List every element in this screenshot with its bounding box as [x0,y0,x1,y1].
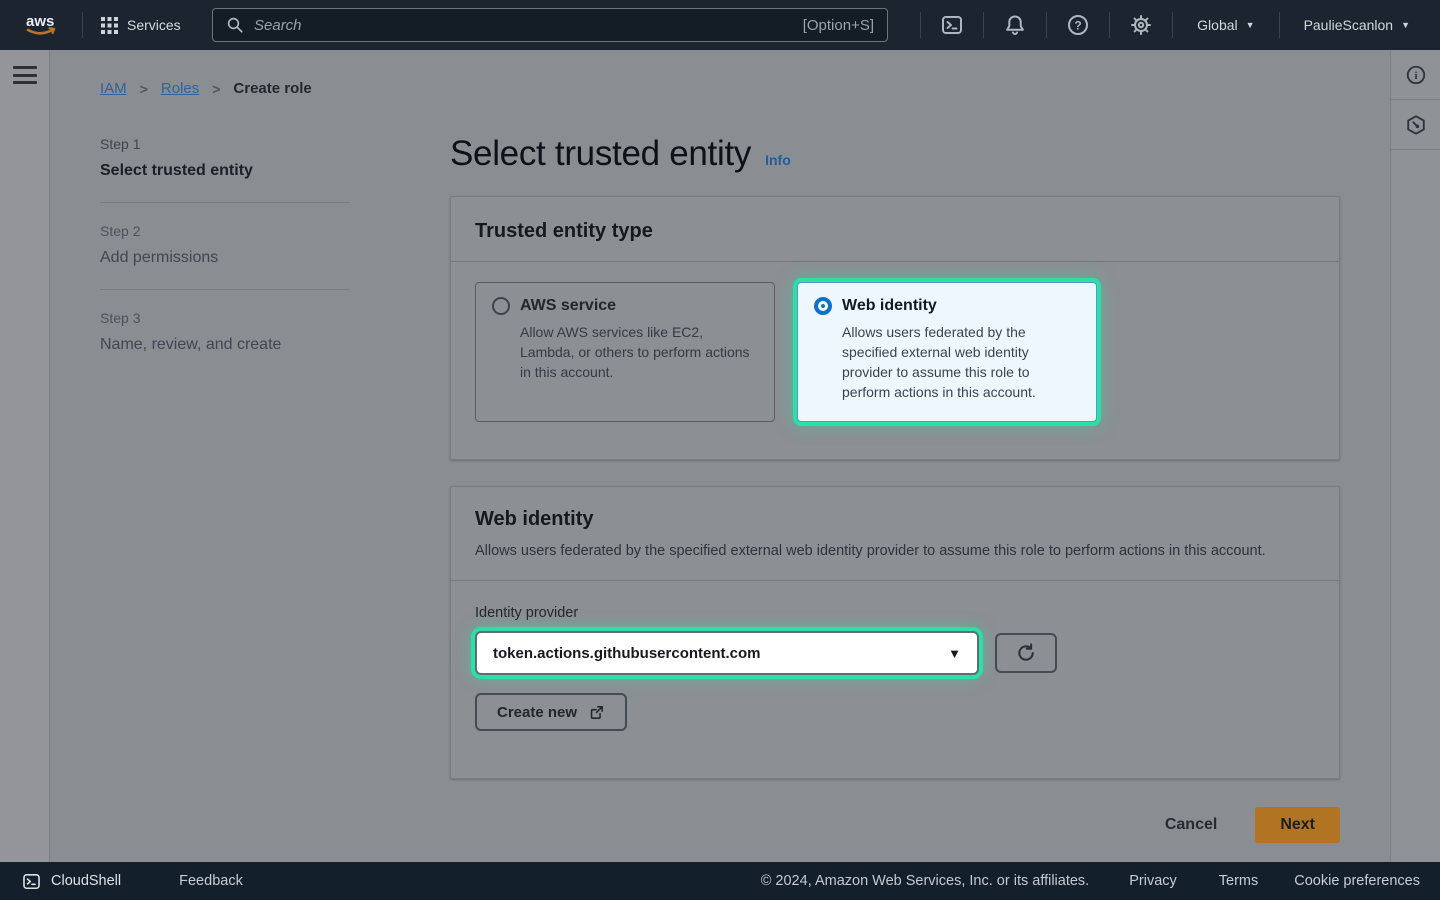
privacy-link[interactable]: Privacy [1129,873,1177,889]
option-title: AWS service [520,297,616,315]
step-number: Step 2 [100,223,350,239]
svg-text:i: i [1414,70,1417,82]
footer-cloudshell-button[interactable]: CloudShell [22,872,121,891]
section-description: Allows users federated by the specified … [475,541,1275,562]
step-number: Step 1 [100,136,350,152]
chevron-down-icon: ▼ [1246,21,1255,30]
breadcrumb: IAM > Roles > Create role [100,80,312,97]
external-link-icon [588,704,605,721]
gear-icon [1129,13,1153,37]
services-grid-icon [101,17,118,34]
cloudshell-terminal-icon [22,872,41,891]
search-icon [226,16,244,34]
question-circle-icon: ? [1066,13,1090,37]
main-column: Select trusted entity Info Trusted entit… [450,50,1340,862]
footer-bar: CloudShell Feedback © 2024, Amazon Web S… [0,862,1440,900]
option-aws-service[interactable]: AWS service Allow AWS services like EC2,… [475,282,775,422]
step-label: Select trusted entity [100,162,350,180]
aws-logo[interactable]: aws [22,10,68,40]
identity-provider-select[interactable]: token.actions.githubusercontent.com ▼ [475,631,979,675]
create-new-button[interactable]: Create new [475,693,627,731]
cloudshell-button[interactable] [921,0,983,50]
cloudshell-terminal-icon [940,13,964,37]
cookie-preferences-link[interactable]: Cookie preferences [1294,873,1420,889]
notifications-button[interactable] [984,0,1046,50]
radio-unchecked-icon[interactable] [492,297,510,315]
next-button[interactable]: Next [1255,807,1340,843]
option-description: Allow AWS services like EC2, Lambda, or … [520,322,758,382]
info-link[interactable]: Info [765,152,791,168]
breadcrumb-link-iam[interactable]: IAM [100,80,127,97]
step-label: Name, review, and create [100,336,350,354]
section-header: Web identity [475,508,1315,531]
option-title: Web identity [842,297,937,315]
info-circle-icon: i [1405,64,1427,86]
aws-logo-icon: aws [22,10,64,40]
web-identity-card: Web identity Allows users federated by t… [450,486,1340,779]
bell-icon [1003,13,1027,37]
refresh-button[interactable] [995,633,1057,673]
wizard-step-2: Step 2 Add permissions [100,202,350,289]
chevron-down-icon: ▼ [1401,21,1410,30]
right-rail: i [1390,50,1440,862]
identity-provider-value: token.actions.githubusercontent.com [493,645,761,662]
option-description: Allows users federated by the specified … [842,322,1080,402]
hexagon-icon [1405,114,1427,136]
select-caret-icon: ▼ [948,646,961,661]
refresh-icon [1015,642,1037,664]
wizard-steps: Step 1 Select trusted entity Step 2 Add … [100,126,350,376]
hamburger-menu-icon[interactable] [13,66,37,84]
section-header: Trusted entity type [475,220,1315,243]
breadcrumb-current: Create role [233,80,311,97]
help-button[interactable]: ? [1047,0,1109,50]
step-number: Step 3 [100,310,350,326]
services-label: Services [127,17,181,33]
breadcrumb-separator: > [140,81,148,97]
search-shortcut-hint: [Option+S] [803,17,874,34]
svg-text:?: ? [1075,19,1082,33]
copyright-text: © 2024, Amazon Web Services, Inc. or its… [761,873,1090,889]
cloudshell-label: CloudShell [51,873,121,889]
search-input[interactable] [254,17,793,34]
cancel-button[interactable]: Cancel [1165,816,1217,834]
region-selector[interactable]: Global ▼ [1173,0,1278,50]
topbar-divider [82,12,83,38]
radio-checked-icon[interactable] [814,297,832,315]
page-title: Select trusted entity [450,134,751,174]
trusted-entity-type-card: Trusted entity type AWS service Allow AW… [450,196,1340,460]
account-menu[interactable]: PaulieScanlon ▼ [1280,0,1440,50]
account-label: PaulieScanlon [1304,17,1394,33]
region-label: Global [1197,17,1237,33]
left-rail [0,50,50,862]
info-panel-button[interactable]: i [1391,50,1440,100]
breadcrumb-separator: > [212,81,220,97]
step-label: Add permissions [100,249,350,267]
identity-provider-label: Identity provider [475,605,1315,621]
option-web-identity[interactable]: Web identity Allows users federated by t… [797,282,1097,422]
feedback-link[interactable]: Feedback [179,873,243,889]
global-search[interactable]: [Option+S] [212,8,888,42]
wizard-step-1[interactable]: Step 1 Select trusted entity [100,126,350,202]
page-content: i IAM > Roles > Create role Step 1 Selec… [0,50,1440,862]
services-menu[interactable]: Services [101,17,181,34]
resources-panel-button[interactable] [1391,100,1440,150]
create-new-label: Create new [497,704,577,721]
wizard-step-3: Step 3 Name, review, and create [100,289,350,376]
top-navigation-bar: aws Services [Option+S] [0,0,1440,50]
settings-button[interactable] [1110,0,1172,50]
breadcrumb-link-roles[interactable]: Roles [161,80,199,97]
terms-link[interactable]: Terms [1219,873,1258,889]
